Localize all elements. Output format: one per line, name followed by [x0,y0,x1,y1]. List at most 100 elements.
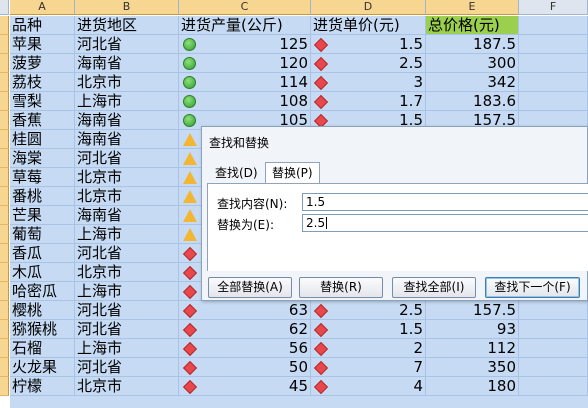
cell-c[interactable]: 114 [179,73,311,92]
cell-b[interactable]: 河北省 [75,320,179,339]
column-header-a[interactable]: A [10,0,75,15]
cell-e[interactable]: 342 [426,73,519,92]
row-header[interactable] [0,168,9,187]
tab-find[interactable]: 查找(D) [209,163,264,184]
cell-b[interactable]: 北京市 [75,73,179,92]
cell-d[interactable]: 2.5 [311,54,426,73]
cell-b[interactable]: 上海市 [75,339,179,358]
cell-c[interactable]: 120 [179,54,311,73]
cell-b[interactable]: 上海市 [75,225,179,244]
cell-a[interactable]: 柠檬 [10,377,75,396]
row-header[interactable] [0,244,9,263]
find-next-button[interactable]: 查找下一个(F) [485,277,580,298]
cell-a[interactable]: 香瓜 [10,244,75,263]
cell-a[interactable]: 番桃 [10,187,75,206]
cell-e[interactable]: 300 [426,54,519,73]
cell-e[interactable]: 183.6 [426,92,519,111]
row-header[interactable] [0,206,9,225]
replace-button[interactable]: 替换(R) [299,277,383,298]
row-header[interactable] [0,187,9,206]
cell-b[interactable]: 上海市 [75,92,179,111]
cell-e[interactable]: 157.5 [426,301,519,320]
cell-d[interactable]: 1.5 [311,35,426,54]
row-header[interactable] [0,54,9,73]
row-header[interactable] [0,339,9,358]
cell-c[interactable]: 50 [179,358,311,377]
cell-b[interactable]: 河北省 [75,301,179,320]
cell-a[interactable]: 海棠 [10,149,75,168]
cell-c[interactable]: 56 [179,339,311,358]
cell-b[interactable]: 河北省 [75,35,179,54]
cell-b[interactable]: 海南省 [75,54,179,73]
row-header[interactable] [0,111,9,130]
tab-replace[interactable]: 替换(P) [265,162,320,184]
row-header[interactable] [0,92,9,111]
cell-f[interactable] [519,320,588,339]
cell-f[interactable] [519,92,588,111]
column-header-f[interactable]: F [519,0,588,15]
row-header[interactable] [0,16,9,35]
row-header[interactable] [0,73,9,92]
cell-a[interactable]: 猕猴桃 [10,320,75,339]
cell-a[interactable]: 芒果 [10,206,75,225]
find-all-button[interactable]: 查找全部(I) [392,277,476,298]
cell-a[interactable]: 哈密瓜 [10,282,75,301]
cell-c[interactable]: 108 [179,92,311,111]
column-header-d[interactable]: D [311,0,426,15]
cell-f[interactable] [519,377,588,396]
cell-f[interactable] [519,339,588,358]
cell-b[interactable]: 北京市 [75,187,179,206]
row-header[interactable] [0,301,9,320]
cell-a[interactable]: 石榴 [10,339,75,358]
row-header[interactable] [0,320,9,339]
header-cell[interactable]: 进货产量(公斤) [179,16,311,35]
cell-b[interactable]: 河北省 [75,358,179,377]
cell-a[interactable]: 桂圆 [10,130,75,149]
row-header[interactable] [0,149,9,168]
cell-b[interactable]: 北京市 [75,377,179,396]
column-header-e[interactable]: E [426,0,519,15]
cell-c[interactable]: 62 [179,320,311,339]
cell-b[interactable]: 海南省 [75,130,179,149]
cell-d[interactable]: 2 [311,339,426,358]
cell-d[interactable]: 2.5 [311,301,426,320]
cell-f[interactable] [519,301,588,320]
cell-a[interactable]: 木瓜 [10,263,75,282]
cell-b[interactable]: 上海市 [75,282,179,301]
cell-f[interactable] [519,358,588,377]
row-header[interactable] [0,282,9,301]
row-header[interactable] [0,225,9,244]
cell-d[interactable]: 3 [311,73,426,92]
column-header-b[interactable]: B [75,0,179,15]
find-input[interactable]: 1.5 [302,193,588,211]
empty-cell[interactable] [519,16,588,35]
header-cell[interactable]: 进货地区 [75,16,179,35]
cell-b[interactable]: 北京市 [75,168,179,187]
cell-a[interactable]: 香蕉 [10,111,75,130]
cell-b[interactable]: 海南省 [75,206,179,225]
cell-d[interactable]: 1.7 [311,92,426,111]
cell-a[interactable]: 雪梨 [10,92,75,111]
cell-c[interactable]: 45 [179,377,311,396]
cell-b[interactable]: 海南省 [75,111,179,130]
cell-a[interactable]: 菠萝 [10,54,75,73]
replace-all-button[interactable]: 全部替换(A) [208,277,292,298]
row-header[interactable] [0,377,9,396]
cell-f[interactable] [519,35,588,54]
cell-b[interactable]: 河北省 [75,149,179,168]
cell-b[interactable]: 北京市 [75,263,179,282]
cell-a[interactable]: 荔枝 [10,73,75,92]
cell-d[interactable]: 1.5 [311,320,426,339]
replace-input[interactable]: 2.5 [302,214,588,232]
cell-e[interactable]: 350 [426,358,519,377]
cell-d[interactable]: 4 [311,377,426,396]
cell-a[interactable]: 草莓 [10,168,75,187]
cell-c[interactable]: 63 [179,301,311,320]
cell-a[interactable]: 苹果 [10,35,75,54]
cell-b[interactable]: 河北省 [75,244,179,263]
column-header-c[interactable]: C [179,0,311,15]
row-header[interactable] [0,35,9,54]
header-cell[interactable]: 总价格(元) [426,16,519,35]
row-header[interactable] [0,358,9,377]
cell-a[interactable]: 火龙果 [10,358,75,377]
